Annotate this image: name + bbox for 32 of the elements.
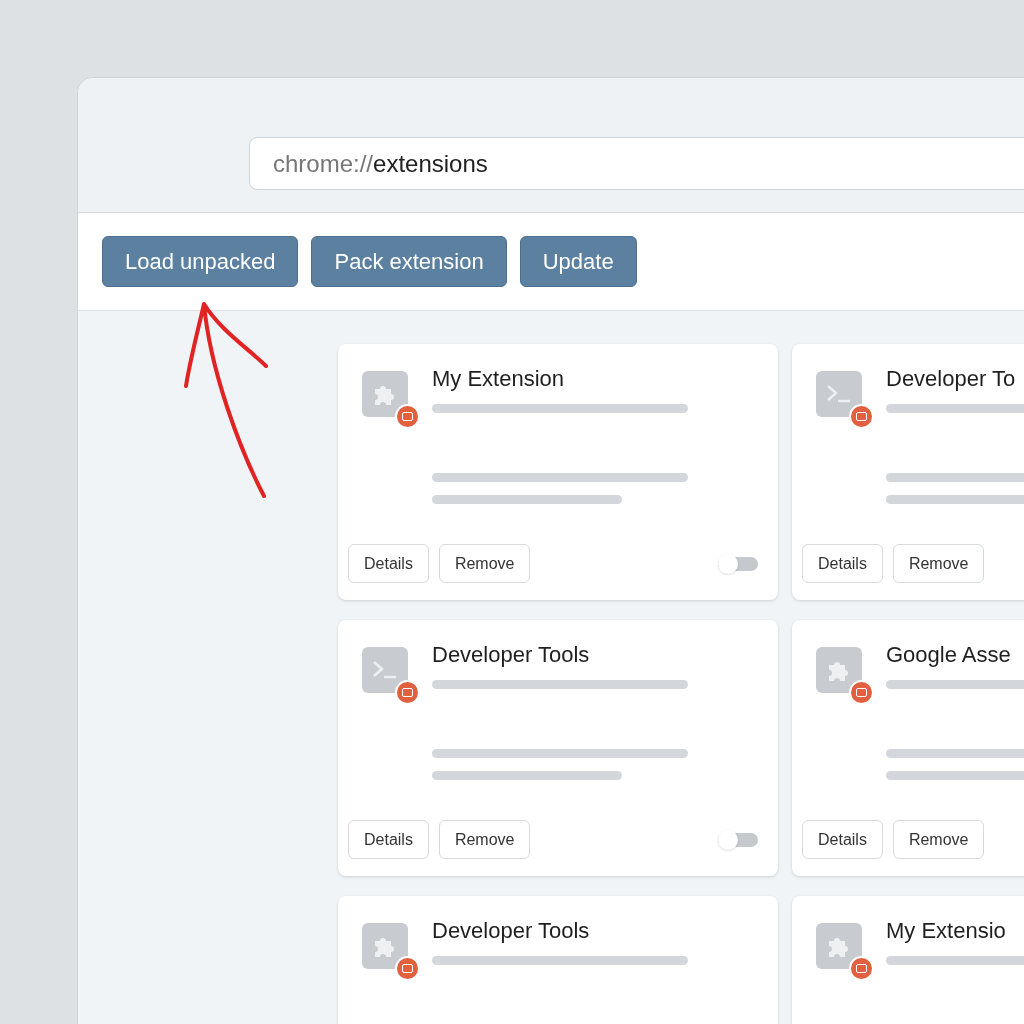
remove-button[interactable]: Remove: [438, 820, 531, 859]
remove-button[interactable]: Remove: [438, 544, 531, 583]
toolbar-button[interactable]: Load unpacked: [102, 236, 299, 287]
extension-title: My Extensio: [886, 918, 1007, 944]
puzzle-icon: [362, 923, 408, 969]
toolbar-button[interactable]: Update: [519, 236, 637, 287]
extension-title: Developer To: [886, 366, 1017, 392]
toggle-switch[interactable]: [718, 832, 758, 847]
badge-icon: [395, 956, 420, 981]
terminal-icon: [362, 647, 408, 693]
puzzle-icon: [362, 371, 408, 417]
puzzle-icon: [816, 647, 862, 693]
remove-button[interactable]: Remove: [892, 544, 985, 583]
details-button[interactable]: Details: [348, 544, 429, 583]
terminal-icon: [816, 371, 862, 417]
badge-icon: [849, 956, 874, 981]
details-button[interactable]: Details: [348, 820, 429, 859]
extension-title: Google Asse: [886, 642, 1012, 668]
extension-title: Developer Tools: [432, 642, 591, 668]
details-button[interactable]: Details: [802, 544, 883, 583]
badge-icon: [395, 680, 420, 705]
address-bar[interactable]: chrome://extensions: [249, 137, 1024, 190]
badge-icon: [849, 680, 874, 705]
toolbar-button[interactable]: Pack extension: [311, 236, 507, 287]
details-button[interactable]: Details: [802, 820, 883, 859]
toggle-switch[interactable]: [718, 556, 758, 571]
badge-icon: [849, 404, 874, 429]
badge-icon: [395, 404, 420, 429]
extension-title: My Extension: [432, 366, 566, 392]
remove-button[interactable]: Remove: [892, 820, 985, 859]
extension-title: Developer Tools: [432, 918, 591, 944]
puzzle-icon: [816, 923, 862, 969]
